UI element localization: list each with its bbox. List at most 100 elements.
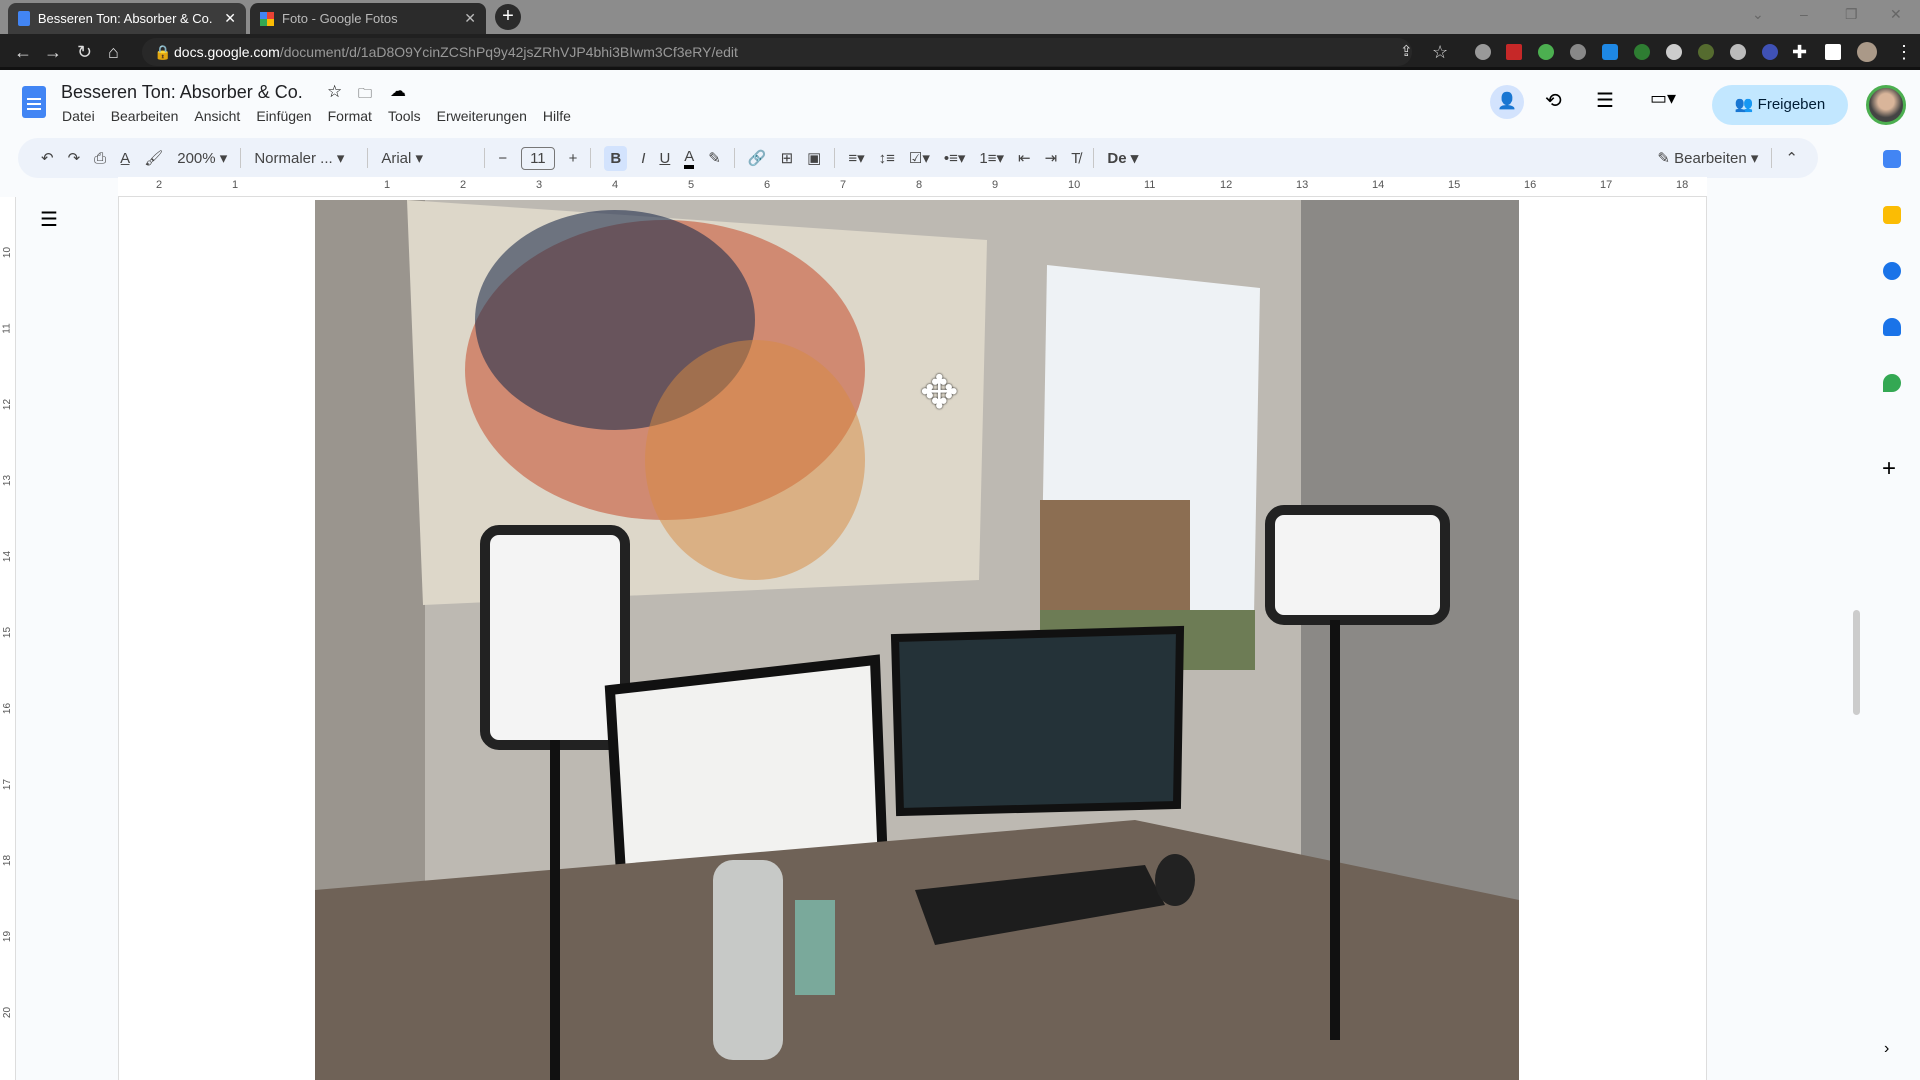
extension-icon[interactable] [1570,44,1586,60]
comments-icon[interactable]: ☰ [1596,88,1614,113]
align-icon[interactable]: ≡▾ [848,149,864,167]
menu-ansicht[interactable]: Ansicht [194,108,240,124]
desk-setup-photo [315,200,1519,1080]
side-panel: + › [1860,140,1920,1080]
star-icon[interactable]: ☆ [327,82,342,102]
checklist-icon[interactable]: ☑▾ [909,149,930,167]
presenter-chat-icon[interactable]: 👤 [1490,85,1524,119]
url-input[interactable]: 🔒 docs.google.com/document/d/1aD8O9YcinZC… [142,38,1412,66]
lastpass-icon[interactable] [1506,44,1522,60]
zoom-select[interactable]: 200% ▾ [177,149,227,167]
expand-panel-icon[interactable]: › [1884,1040,1889,1058]
extension-icon[interactable] [1698,44,1714,60]
close-tab-icon[interactable]: ✕ [464,10,476,27]
extension-icon[interactable] [1602,44,1618,60]
meet-camera-icon[interactable]: ▭▾ [1650,88,1676,109]
menu-format[interactable]: Format [328,108,372,124]
editing-mode-select[interactable]: ✎ Bearbeiten ▾ [1657,149,1758,167]
adblock-icon[interactable] [1475,44,1491,60]
calendar-icon[interactable] [1883,150,1901,168]
contacts-icon[interactable] [1883,318,1901,336]
vertical-ruler[interactable]: 10 11 12 13 14 15 16 17 18 19 20 [0,197,16,1080]
style-select[interactable]: Normaler ... ▾ [254,149,354,167]
menu-tools[interactable]: Tools [388,108,421,124]
document-image[interactable]: ✥ [315,200,1519,1080]
lock-icon: 🔒 [154,44,172,60]
underline-button[interactable]: U [659,150,670,167]
forward-icon[interactable]: → [44,42,62,63]
collapse-menus-icon[interactable]: ⌃ [1785,149,1798,167]
account-avatar[interactable] [1866,85,1906,125]
tasks-icon[interactable] [1883,262,1901,280]
text-color-button[interactable]: A [684,148,695,169]
menu-bearbeiten[interactable]: Bearbeiten [111,108,179,124]
print-icon[interactable]: ⎙ [94,150,106,167]
extension-icon[interactable] [1762,44,1778,60]
camera-icon[interactable] [1730,44,1746,60]
ruler-tick-label: 1 [232,179,239,191]
redo-icon[interactable]: ↷ [68,149,81,167]
share-button[interactable]: 👥 Freigeben [1712,85,1848,125]
line-spacing-icon[interactable]: ↕≡ [879,150,895,167]
font-select[interactable]: Arial ▾ [381,149,471,167]
menu-datei[interactable]: Datei [62,108,95,124]
docs-logo-icon[interactable] [22,86,46,118]
link-icon[interactable]: 🔗 [748,149,767,167]
new-tab-button[interactable]: + [495,4,521,30]
numbered-list-icon[interactable]: 1≡▾ [979,149,1004,167]
font-value: Arial [381,150,412,167]
ruler-tick-label: 18 [1676,179,1689,191]
italic-button[interactable]: I [641,150,645,167]
document-outline-icon[interactable]: ☰ [40,207,58,232]
tab-photos[interactable]: Foto - Google Fotos ✕ [250,3,486,34]
move-folder-icon[interactable]: 🗀 [358,83,372,107]
maximize-icon[interactable]: ❐ [1845,6,1858,23]
formatting-toolbar: ↶ ↷ ⎙ A̲ 🖌 200% ▾ Normaler ... ▾ Arial ▾… [18,138,1818,178]
download-icon[interactable] [1634,44,1650,60]
profile-avatar[interactable] [1857,42,1877,62]
font-size-input[interactable]: 11 [521,146,555,170]
menu-erweiterungen[interactable]: Erweiterungen [437,108,527,124]
close-tab-icon[interactable]: ✕ [224,10,236,27]
close-window-icon[interactable]: ✕ [1890,6,1902,23]
menu-hilfe[interactable]: Hilfe [543,108,571,124]
horizontal-ruler[interactable]: 2 1 1 2 3 4 5 6 7 8 9 10 11 12 13 14 15 16 17 18 [118,177,1707,197]
document-title[interactable]: Besseren Ton: Absorber & Co. [61,82,303,103]
add-comment-icon[interactable]: ⊞ [781,149,794,167]
increase-indent-icon[interactable]: ⇥ [1045,149,1058,167]
maps-icon[interactable] [1883,374,1901,392]
minimize-icon[interactable]: – [1800,6,1808,22]
clear-formatting-icon[interactable]: T̸ [1071,150,1080,167]
tab-docs[interactable]: Besseren Ton: Absorber & Co. - G ✕ [8,3,246,34]
bookmark-star-icon[interactable]: ☆ [1432,42,1448,63]
address-bar-row: ← → ↻ ⌂ 🔒 docs.google.com/document/d/1aD8… [0,34,1920,70]
add-addon-icon[interactable]: + [1882,455,1896,483]
menu-kebab-icon[interactable]: ⋮ [1895,42,1913,63]
menu-einfuegen[interactable]: Einfügen [256,108,311,124]
decrease-indent-icon[interactable]: ⇤ [1018,149,1031,167]
undo-icon[interactable]: ↶ [41,149,54,167]
scrollbar-thumb[interactable] [1853,610,1860,715]
increase-font-size-button[interactable]: + [569,150,578,167]
spellcheck-icon[interactable]: A̲ [120,150,130,167]
bulleted-list-icon[interactable]: •≡▾ [944,149,966,167]
reload-icon[interactable]: ↻ [77,42,92,63]
version-history-icon[interactable]: ⟲ [1545,88,1562,113]
language-select[interactable]: De ▾ [1107,149,1138,167]
paint-format-icon[interactable]: 🖌 [144,149,163,167]
share-page-icon[interactable]: ⇪ [1400,42,1413,60]
back-icon[interactable]: ← [14,42,32,63]
decrease-font-size-button[interactable]: − [498,150,507,167]
side-panel-icon[interactable] [1825,44,1841,60]
insert-image-icon[interactable]: ▣ [807,149,821,167]
extension-icon[interactable] [1666,44,1682,60]
cloud-saved-icon[interactable]: ☁ [390,81,406,101]
keep-icon[interactable] [1883,206,1901,224]
bold-button[interactable]: B [604,145,628,171]
home-icon[interactable]: ⌂ [108,42,119,63]
extension-icon[interactable] [1538,44,1554,60]
tab-search-icon[interactable]: ⌄ [1752,6,1764,23]
divider [367,148,369,168]
extensions-puzzle-icon[interactable]: ✚ [1792,42,1807,63]
highlight-icon[interactable]: ✎ [708,149,721,167]
